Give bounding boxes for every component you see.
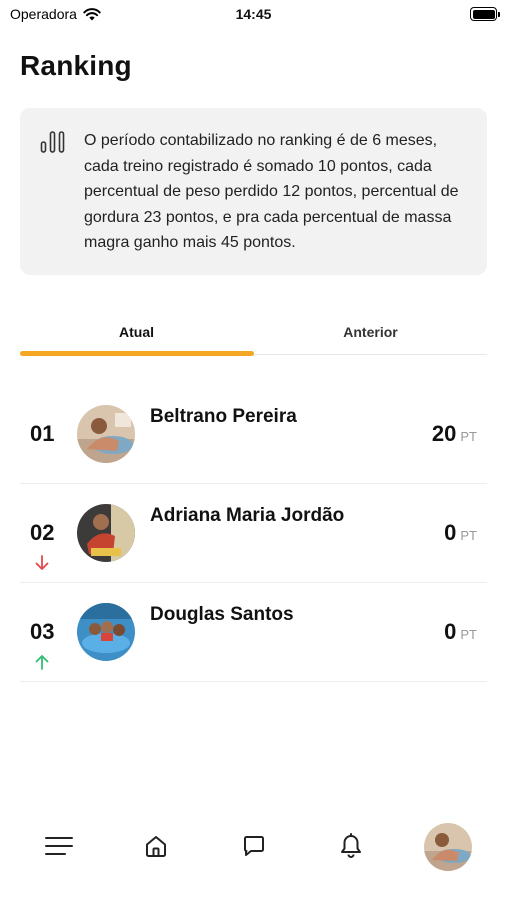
arrow-down-icon [35,555,49,570]
tab-previous[interactable]: Anterior [254,318,487,358]
menu-button[interactable] [44,831,74,861]
arrow-up-icon [35,655,49,670]
home-button[interactable] [141,831,171,861]
battery-icon [470,7,500,21]
points-unit: PT [460,528,477,543]
bell-icon [341,833,361,858]
ranking-tabs: Atual Anterior [20,318,487,358]
points-value: 0 [444,520,457,545]
avatar [77,603,135,661]
rank-position: 02 [30,520,55,545]
ranking-row[interactable]: 03 Douglas Santos 0 PT [20,583,487,682]
status-bar: Operadora 14:45 [0,0,507,30]
home-icon [146,836,166,857]
ranking-list: 01 Beltrano Pereira 20 PT 02 Adriana Mar… [20,385,487,682]
user-name: Beltrano Pereira [150,406,297,427]
user-name: Douglas Santos [150,604,294,625]
user-name: Adriana Maria Jordão [150,505,345,526]
rank-position: 03 [30,619,55,644]
ranking-row[interactable]: 01 Beltrano Pereira 20 PT [20,385,487,484]
ranking-rules-text: O período contabilizado no ranking é de … [84,132,459,251]
ranking-row[interactable]: 02 Adriana Maria Jordão 0 PT [20,484,487,583]
active-tab-indicator [20,351,254,356]
user-score: 0 PT [444,619,477,645]
bottom-nav [0,815,507,880]
rank-position: 01 [30,421,55,446]
clock: 14:45 [235,6,272,22]
chat-icon [244,836,264,856]
chat-button[interactable] [239,831,269,861]
menu-icon [45,837,73,855]
profile-avatar[interactable] [424,823,472,871]
bar-chart-icon [40,131,65,153]
points-unit: PT [460,429,477,444]
points-value: 0 [444,619,457,644]
avatar [77,405,135,463]
points-unit: PT [460,627,477,642]
user-score: 0 PT [444,520,477,546]
info-box: O período contabilizado no ranking é de … [20,108,487,275]
points-value: 20 [431,421,457,446]
user-score: 20 PT [432,421,477,447]
page-title: Ranking [20,50,132,81]
avatar [77,504,135,562]
notifications-button[interactable] [336,831,366,861]
